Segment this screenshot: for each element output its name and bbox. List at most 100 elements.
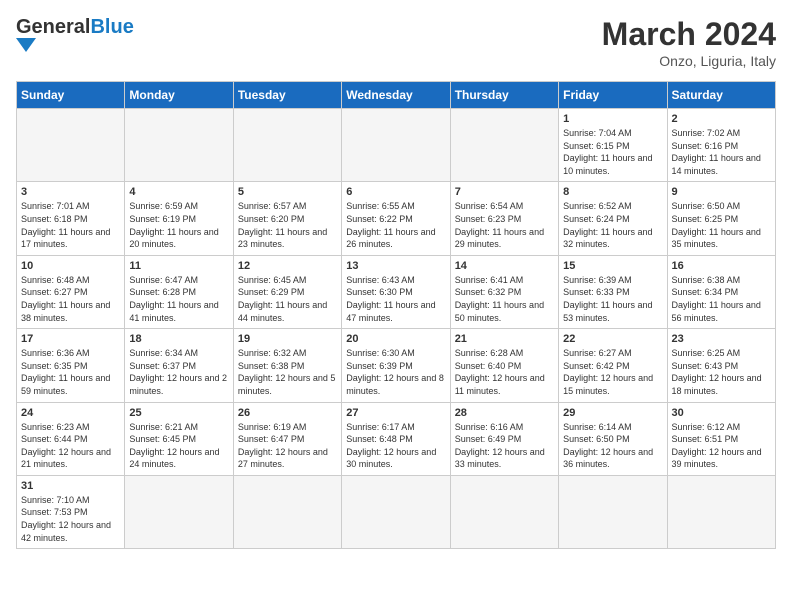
day-info: Sunrise: 6:38 AM Sunset: 6:34 PM Dayligh…	[672, 274, 771, 324]
day-number: 2	[672, 113, 771, 125]
day-info: Sunrise: 6:47 AM Sunset: 6:28 PM Dayligh…	[129, 274, 228, 324]
day-info: Sunrise: 7:04 AM Sunset: 6:15 PM Dayligh…	[563, 127, 662, 177]
day-info: Sunrise: 6:48 AM Sunset: 6:27 PM Dayligh…	[21, 274, 120, 324]
calendar-cell	[667, 475, 775, 548]
calendar-cell: 12Sunrise: 6:45 AM Sunset: 6:29 PM Dayli…	[233, 255, 341, 328]
calendar-cell: 25 Sunrise: 6:21 AM Sunset: 6:45 PM Dayli…	[125, 402, 233, 475]
calendar-cell: 29Sunrise: 6:14 AM Sunset: 6:50 PM Dayli…	[559, 402, 667, 475]
day-info: Sunrise: 6:50 AM Sunset: 6:25 PM Dayligh…	[672, 200, 771, 250]
logo-container: GeneralBlue	[16, 16, 134, 52]
calendar-cell: 20Sunrise: 6:30 AM Sunset: 6:39 PM Dayli…	[342, 329, 450, 402]
calendar-cell: 9 Sunrise: 6:50 AM Sunset: 6:25 PM Daylig…	[667, 182, 775, 255]
calendar-cell: 22Sunrise: 6:27 AM Sunset: 6:42 PM Dayli…	[559, 329, 667, 402]
calendar-cell: 10 Sunrise: 6:48 AM Sunset: 6:27 PM Dayli…	[17, 255, 125, 328]
day-number: 8	[563, 186, 662, 198]
day-number: 26	[238, 407, 337, 419]
calendar-cell: 26Sunrise: 6:19 AM Sunset: 6:47 PM Dayli…	[233, 402, 341, 475]
day-info: Sunrise: 6:12 AM Sunset: 6:51 PM Dayligh…	[672, 421, 771, 471]
day-number: 14	[455, 260, 554, 272]
day-info: Sunrise: 6:57 AM Sunset: 6:20 PM Dayligh…	[238, 200, 337, 250]
day-number: 31	[21, 480, 120, 492]
day-info: Sunrise: 6:16 AM Sunset: 6:49 PM Dayligh…	[455, 421, 554, 471]
calendar-cell: 1 Sunrise: 7:04 AM Sunset: 6:15 PM Daylig…	[559, 109, 667, 182]
calendar-cell: 6 Sunrise: 6:55 AM Sunset: 6:22 PM Daylig…	[342, 182, 450, 255]
calendar-week-row: 3 Sunrise: 7:01 AM Sunset: 6:18 PM Daylig…	[17, 182, 776, 255]
calendar-cell: 31 Sunrise: 7:10 AM Sunset: 7:53 PM Dayli…	[17, 475, 125, 548]
calendar-cell	[233, 109, 341, 182]
calendar-cell: 21 Sunrise: 6:28 AM Sunset: 6:40 PM Dayli…	[450, 329, 558, 402]
weekday-header: Saturday	[667, 82, 775, 109]
calendar-week-row: 24Sunrise: 6:23 AM Sunset: 6:44 PM Dayli…	[17, 402, 776, 475]
day-number: 25	[129, 407, 228, 419]
day-info: Sunrise: 6:45 AM Sunset: 6:29 PM Dayligh…	[238, 274, 337, 324]
day-number: 4	[129, 186, 228, 198]
day-info: Sunrise: 6:23 AM Sunset: 6:44 PM Dayligh…	[21, 421, 120, 471]
calendar-cell: 28 Sunrise: 6:16 AM Sunset: 6:49 PM Dayli…	[450, 402, 558, 475]
day-number: 7	[455, 186, 554, 198]
day-number: 15	[563, 260, 662, 272]
day-number: 9	[672, 186, 771, 198]
logo: GeneralBlue	[16, 16, 138, 52]
calendar-cell: 18Sunrise: 6:34 AM Sunset: 6:37 PM Dayli…	[125, 329, 233, 402]
calendar-cell	[17, 109, 125, 182]
weekday-header: Thursday	[450, 82, 558, 109]
day-number: 10	[21, 260, 120, 272]
weekday-header: Tuesday	[233, 82, 341, 109]
day-number: 30	[672, 407, 771, 419]
day-info: Sunrise: 7:01 AM Sunset: 6:18 PM Dayligh…	[21, 200, 120, 250]
page-header: GeneralBlue March 2024 Onzo, Liguria, It…	[16, 16, 776, 69]
calendar-table: SundayMondayTuesdayWednesdayThursdayFrid…	[16, 81, 776, 549]
calendar-cell: 11Sunrise: 6:47 AM Sunset: 6:28 PM Dayli…	[125, 255, 233, 328]
calendar-week-row: 10 Sunrise: 6:48 AM Sunset: 6:27 PM Dayli…	[17, 255, 776, 328]
day-info: Sunrise: 6:28 AM Sunset: 6:40 PM Dayligh…	[455, 347, 554, 397]
day-number: 21	[455, 333, 554, 345]
calendar-cell	[125, 109, 233, 182]
day-info: Sunrise: 6:30 AM Sunset: 6:39 PM Dayligh…	[346, 347, 445, 397]
day-number: 5	[238, 186, 337, 198]
day-info: Sunrise: 7:10 AM Sunset: 7:53 PM Dayligh…	[21, 494, 120, 544]
day-info: Sunrise: 6:59 AM Sunset: 6:19 PM Dayligh…	[129, 200, 228, 250]
weekday-header-row: SundayMondayTuesdayWednesdayThursdayFrid…	[17, 82, 776, 109]
calendar-cell: 2Sunrise: 7:02 AM Sunset: 6:16 PM Daylig…	[667, 109, 775, 182]
calendar-week-row: 17Sunrise: 6:36 AM Sunset: 6:35 PM Dayli…	[17, 329, 776, 402]
day-number: 27	[346, 407, 445, 419]
day-number: 1	[563, 113, 662, 125]
day-number: 17	[21, 333, 120, 345]
day-number: 3	[21, 186, 120, 198]
day-info: Sunrise: 6:27 AM Sunset: 6:42 PM Dayligh…	[563, 347, 662, 397]
calendar-cell	[450, 109, 558, 182]
calendar-cell	[233, 475, 341, 548]
weekday-header: Sunday	[17, 82, 125, 109]
calendar-cell: 19Sunrise: 6:32 AM Sunset: 6:38 PM Dayli…	[233, 329, 341, 402]
day-info: Sunrise: 6:55 AM Sunset: 6:22 PM Dayligh…	[346, 200, 445, 250]
calendar-cell: 5 Sunrise: 6:57 AM Sunset: 6:20 PM Daylig…	[233, 182, 341, 255]
day-number: 16	[672, 260, 771, 272]
day-info: Sunrise: 6:17 AM Sunset: 6:48 PM Dayligh…	[346, 421, 445, 471]
title-block: March 2024 Onzo, Liguria, Italy	[602, 16, 776, 69]
weekday-header: Monday	[125, 82, 233, 109]
calendar-cell: 27 Sunrise: 6:17 AM Sunset: 6:48 PM Dayli…	[342, 402, 450, 475]
logo-general-text: General	[16, 16, 90, 38]
logo-blue-text: Blue	[90, 16, 133, 38]
calendar-cell: 23 Sunrise: 6:25 AM Sunset: 6:43 PM Dayli…	[667, 329, 775, 402]
day-number: 23	[672, 333, 771, 345]
day-info: Sunrise: 6:54 AM Sunset: 6:23 PM Dayligh…	[455, 200, 554, 250]
location: Onzo, Liguria, Italy	[602, 53, 776, 69]
day-info: Sunrise: 6:21 AM Sunset: 6:45 PM Dayligh…	[129, 421, 228, 471]
day-info: Sunrise: 6:43 AM Sunset: 6:30 PM Dayligh…	[346, 274, 445, 324]
calendar-cell: 4 Sunrise: 6:59 AM Sunset: 6:19 PM Daylig…	[125, 182, 233, 255]
day-info: Sunrise: 6:34 AM Sunset: 6:37 PM Dayligh…	[129, 347, 228, 397]
month-title: March 2024	[602, 16, 776, 53]
calendar-week-row: 31 Sunrise: 7:10 AM Sunset: 7:53 PM Dayli…	[17, 475, 776, 548]
calendar-cell: 14 Sunrise: 6:41 AM Sunset: 6:32 PM Dayli…	[450, 255, 558, 328]
day-info: Sunrise: 6:41 AM Sunset: 6:32 PM Dayligh…	[455, 274, 554, 324]
logo-triangle-icon	[16, 38, 76, 52]
day-info: Sunrise: 6:39 AM Sunset: 6:33 PM Dayligh…	[563, 274, 662, 324]
day-number: 13	[346, 260, 445, 272]
day-info: Sunrise: 6:32 AM Sunset: 6:38 PM Dayligh…	[238, 347, 337, 397]
day-number: 28	[455, 407, 554, 419]
day-number: 6	[346, 186, 445, 198]
calendar-cell: 15 Sunrise: 6:39 AM Sunset: 6:33 PM Dayli…	[559, 255, 667, 328]
calendar-cell: 7 Sunrise: 6:54 AM Sunset: 6:23 PM Daylig…	[450, 182, 558, 255]
day-info: Sunrise: 6:25 AM Sunset: 6:43 PM Dayligh…	[672, 347, 771, 397]
